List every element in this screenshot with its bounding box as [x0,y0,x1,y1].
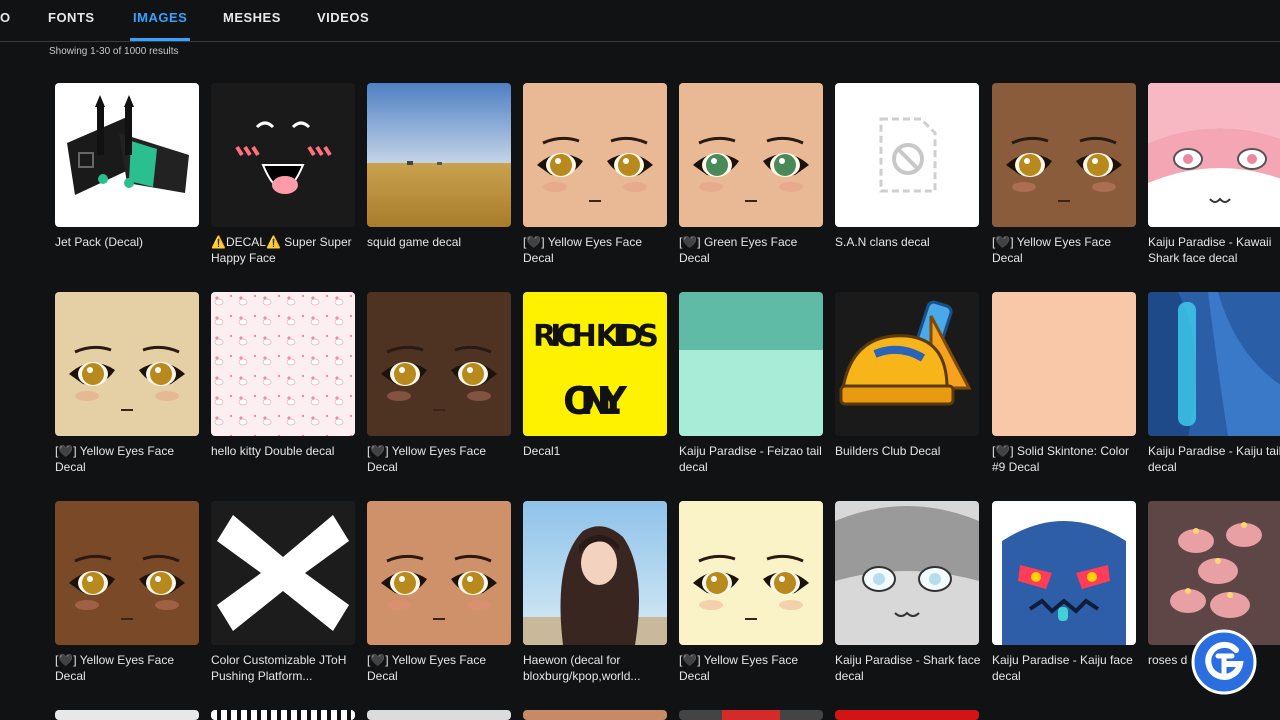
asset-name[interactable]: Color Customizable JToH Pushing Platform… [211,652,361,684]
thumbnail-happy-face[interactable] [211,83,355,227]
thumbnail-hello-kitty-pattern[interactable] [211,292,355,436]
asset-name[interactable]: squid game decal [367,234,517,250]
thumbnail-partial[interactable] [679,710,823,720]
active-tab-indicator [130,38,191,41]
thumbnail-face-decal[interactable] [367,292,511,436]
thumbnail-face-decal[interactable] [523,83,667,227]
tab-fonts[interactable]: FONTS [48,0,95,40]
thumbnail-face-decal[interactable] [367,501,511,645]
asset-name[interactable]: [🖤] Green Eyes Face Decal [679,234,829,266]
asset-name[interactable]: Builders Club Decal [835,443,985,459]
thumbnail-jetpack[interactable] [55,83,199,227]
asset-name[interactable]: Kaiju Paradise - Feizao tail decal [679,443,829,475]
result-count: Showing 1-30 of 1000 results [49,46,179,57]
thumbnail-partial[interactable] [211,710,355,720]
tab-videos[interactable]: VIDEOS [317,0,369,40]
asset-name[interactable]: ⚠️DECAL⚠️ Super Super Happy Face [211,234,361,266]
asset-name[interactable]: [🖤] Yellow Eyes Face Decal [992,234,1142,266]
thumbnail-partial[interactable] [55,710,199,720]
tab-label: IMAGES [133,10,188,25]
thumbnail-builders-club[interactable] [835,292,979,436]
tab-audio[interactable]: O [0,0,11,40]
thumbnail-white-x[interactable] [211,501,355,645]
thumbnail-partial[interactable] [835,710,979,720]
thumbnail-face-decal[interactable] [679,83,823,227]
thumbnail-solid-skintone[interactable] [992,292,1136,436]
asset-name[interactable]: [🖤] Yellow Eyes Face Decal [367,443,517,475]
tab-label: MESHES [223,10,281,25]
svg-text:ONLY: ONLY [563,379,627,423]
svg-text:RICH KIDS: RICH KIDS [533,319,659,354]
thumbnail-partial[interactable] [367,710,511,720]
thumbnail-rose-candles[interactable] [1148,501,1280,645]
gamer-tweak-logo [1190,628,1258,696]
thumbnail-grey-shark[interactable] [835,501,979,645]
asset-name[interactable]: [🖤] Solid Skintone: Color #9 Decal [992,443,1142,475]
asset-name[interactable]: Kaiju Paradise - Shark face decal [835,652,985,684]
tab-images[interactable]: IMAGES [130,0,191,41]
asset-name[interactable]: hello kitty Double decal [211,443,361,459]
asset-name[interactable]: [🖤] Yellow Eyes Face Decal [55,652,205,684]
asset-name[interactable]: Jet Pack (Decal) [55,234,205,250]
tab-label: VIDEOS [317,10,370,25]
asset-name[interactable]: S.A.N clans decal [835,234,985,250]
thumbnail-partial[interactable] [523,710,667,720]
asset-name[interactable]: [🖤] Yellow Eyes Face Decal [367,652,517,684]
asset-name[interactable]: [🖤] Yellow Eyes Face Decal [679,652,829,684]
thumbnail-rich-kids[interactable]: RICH KIDS ONLY [523,292,667,436]
asset-name[interactable]: Haewon (decal for bloxburg/kpop,world... [523,652,673,684]
thumbnail-unavailable[interactable] [835,83,979,227]
thumbnail-teal-split[interactable] [679,292,823,436]
tab-label: O [0,10,11,25]
asset-name[interactable]: [🖤] Yellow Eyes Face Decal [523,234,673,266]
thumbnail-face-decal[interactable] [55,292,199,436]
thumbnail-face-decal[interactable] [679,501,823,645]
tab-meshes[interactable]: MESHES [223,0,281,40]
asset-name[interactable]: Kaiju Paradise - Kaiju tail decal [1148,443,1280,475]
thumbnail-face-decal[interactable] [55,501,199,645]
asset-name[interactable]: Kaiju Paradise - Kaiju face decal [992,652,1142,684]
thumbnail-blue-kaiju[interactable] [992,501,1136,645]
thumbnail-face-decal[interactable] [992,83,1136,227]
asset-name[interactable]: Decal1 [523,443,673,459]
asset-name[interactable]: Kaiju Paradise - Kawaii Shark face decal [1148,234,1280,266]
thumbnail-wheat-field[interactable] [367,83,511,227]
thumbnail-kawaii-shark[interactable] [1148,83,1280,227]
thumbnail-kaiju-tail[interactable] [1148,292,1280,436]
category-tabbar: O FONTS IMAGES MESHES VIDEOS [0,0,1280,42]
thumbnail-photo-portrait[interactable] [523,501,667,645]
tab-label: FONTS [48,10,95,25]
asset-name[interactable]: [🖤] Yellow Eyes Face Decal [55,443,205,475]
